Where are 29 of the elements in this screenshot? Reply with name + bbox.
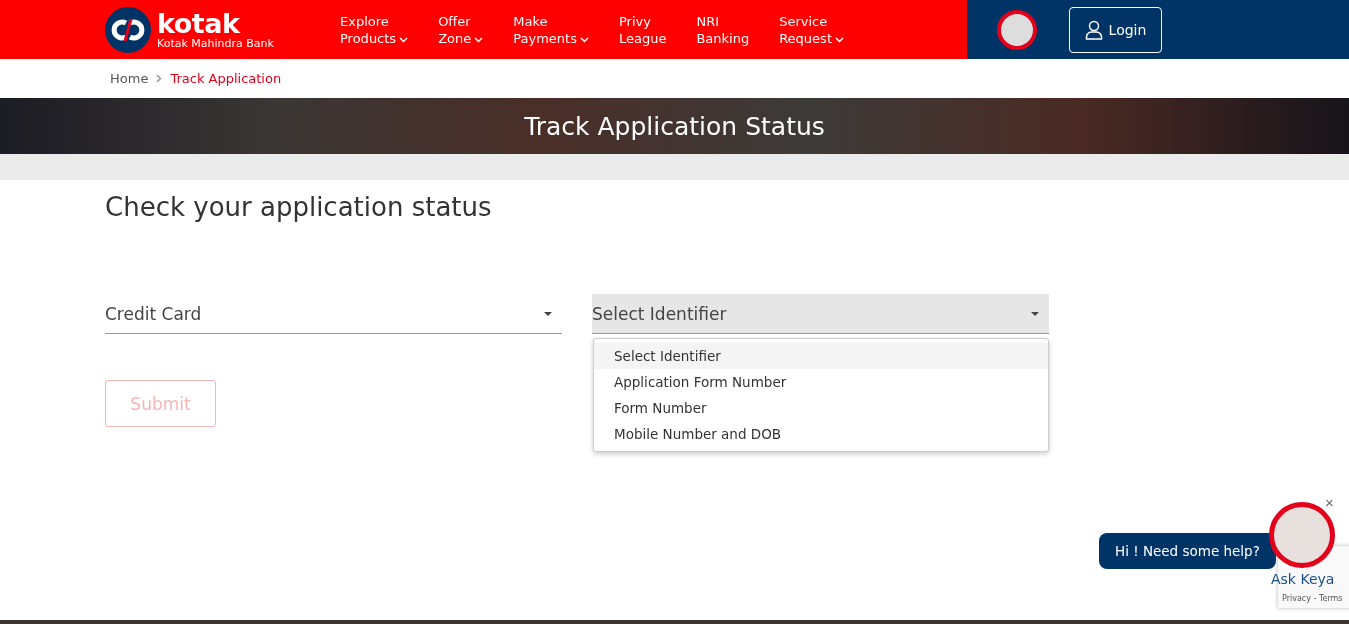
nav-link[interactable]: Privy League: [618, 12, 667, 47]
brand-subtitle: Kotak Mahindra Bank: [157, 38, 274, 49]
recaptcha-links[interactable]: Privacy - Terms: [1282, 594, 1343, 603]
logo-icon: [105, 6, 151, 53]
brand-name: kotak: [157, 10, 241, 37]
nav-link[interactable]: Service Request: [779, 12, 844, 47]
close-button[interactable]: ×: [1325, 494, 1334, 511]
breadcrumb-link[interactable]: Track Application: [170, 71, 282, 86]
nav-link[interactable]: Explore Products: [340, 12, 409, 47]
assistant-name: Ask Keya: [1271, 571, 1335, 587]
product-select[interactable]: Credit Card: [105, 294, 562, 334]
nav-link[interactable]: NRI Banking: [696, 12, 750, 47]
dropdown-arrow-icon: [544, 311, 552, 316]
login-button[interactable]: Login: [1069, 6, 1162, 53]
dropdown-option[interactable]: Form Number: [594, 395, 1048, 421]
chat-bubble[interactable]: Hi ! Need some help?: [1099, 533, 1276, 569]
avatar-placeholder[interactable]: [997, 9, 1037, 50]
breadcrumb-link[interactable]: Home: [110, 71, 149, 86]
user-icon: [1084, 19, 1103, 40]
dropdown-option[interactable]: Select Identifier: [594, 343, 1048, 369]
dropdown-option[interactable]: Application Form Number: [594, 369, 1048, 395]
page-heading: Check your application status: [105, 192, 493, 222]
banner-title: Track Application Status: [524, 111, 825, 141]
nav-link[interactable]: Offer Zone: [438, 12, 484, 47]
nav-link[interactable]: Make Payments: [513, 12, 589, 47]
dropdown-option[interactable]: Mobile Number and DOB: [594, 421, 1048, 447]
dropdown-arrow-icon: [1031, 311, 1039, 316]
chevron-right-icon: [156, 74, 163, 83]
identifier-select[interactable]: Select Identifier: [592, 294, 1049, 334]
